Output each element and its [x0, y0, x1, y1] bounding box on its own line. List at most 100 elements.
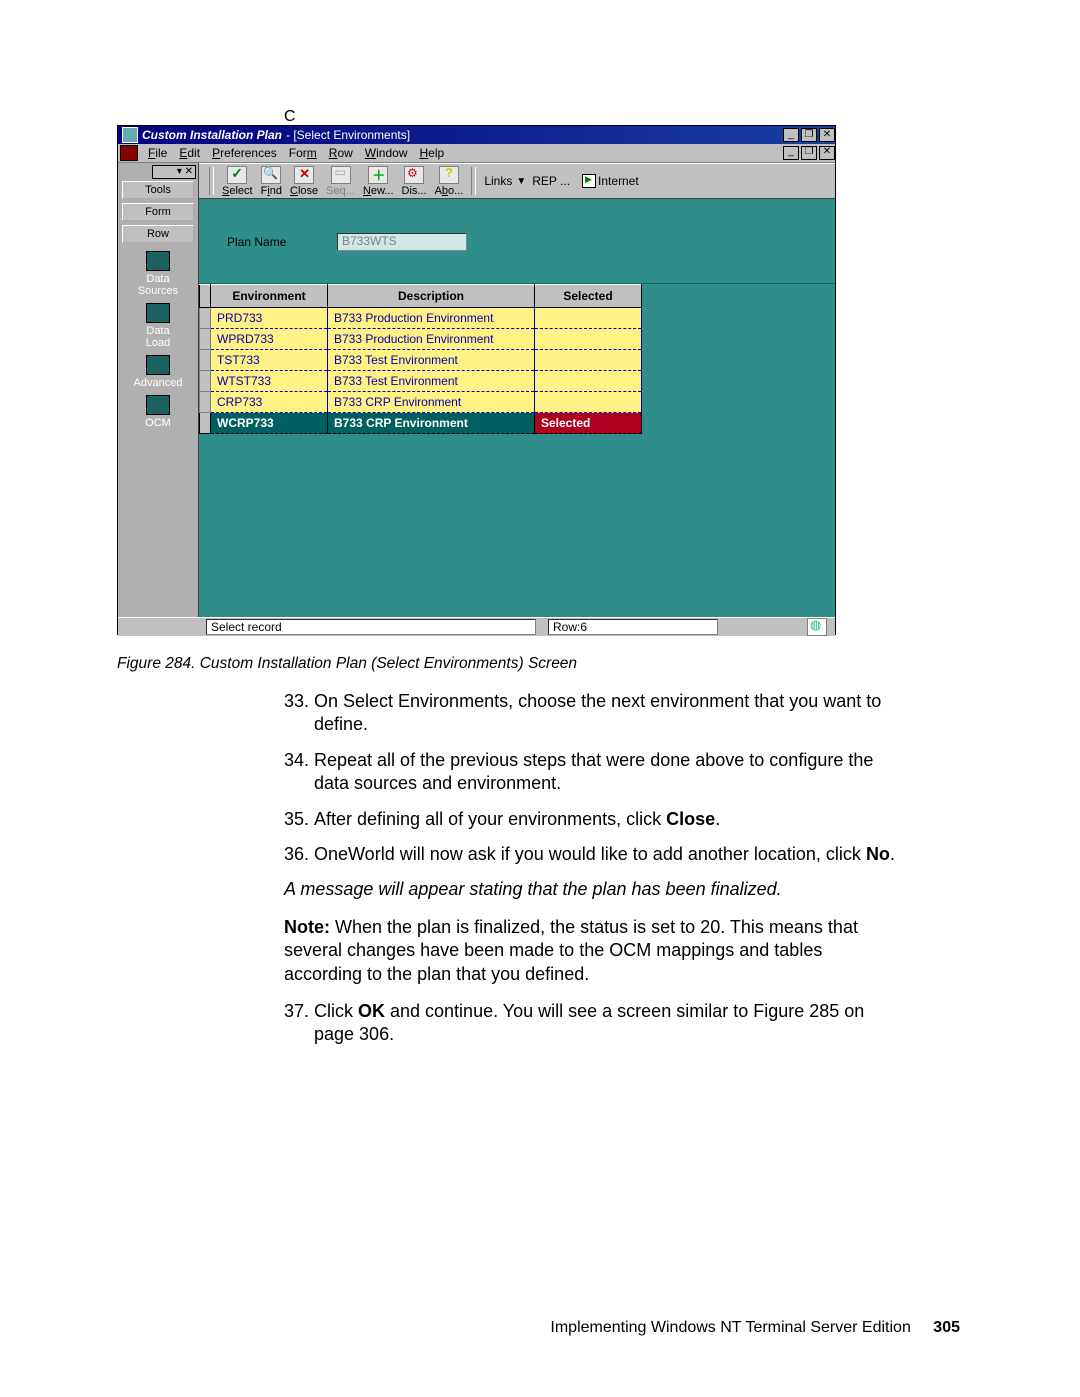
cell-environment[interactable]: WTST733 [211, 371, 328, 392]
grid-header-row: Environment Description Selected [200, 285, 642, 308]
grid-header-selected[interactable]: Selected [535, 285, 642, 308]
sidebar-item-data-sources[interactable]: Data Sources [118, 251, 198, 297]
grid-header-environment[interactable]: Environment [211, 285, 328, 308]
cell-environment[interactable]: TST733 [211, 350, 328, 371]
cell-description[interactable]: B733 Production Environment [328, 329, 535, 350]
status-message: Select record [206, 619, 536, 635]
cell-description[interactable]: B733 Test Environment [328, 350, 535, 371]
seq-icon [331, 166, 351, 184]
globe-icon [807, 618, 827, 636]
sidebar-btn-form[interactable]: Form [122, 203, 194, 221]
cell-selected[interactable] [535, 308, 642, 329]
row-header[interactable] [200, 413, 211, 434]
cell-environment[interactable]: WCRP733 [211, 413, 328, 434]
new-icon [368, 166, 388, 184]
sidebar-item-label: OCM [118, 417, 198, 429]
sidebar-pulldown[interactable]: ▾ ✕ [152, 165, 196, 179]
row-header[interactable] [200, 371, 211, 392]
cell-environment[interactable]: WPRD733 [211, 329, 328, 350]
step-text: After defining all of your environments,… [314, 808, 904, 831]
rep-link[interactable]: REP ... [532, 174, 570, 188]
window-subtitle: - [Select Environments] [286, 128, 410, 142]
step-33: 33. On Select Environments, choose the n… [284, 690, 904, 737]
menu-preferences[interactable]: Preferences [206, 146, 283, 160]
main-area: Select Find Close Seq... [199, 163, 835, 617]
form-area: Plan Name B733WTS [199, 199, 835, 284]
plan-name-field[interactable]: B733WTS [337, 233, 467, 251]
step-number: 33. [284, 690, 314, 737]
cell-selected[interactable] [535, 371, 642, 392]
table-row[interactable]: TST733B733 Test Environment [200, 350, 642, 371]
step-34: 34. Repeat all of the previous steps tha… [284, 749, 904, 796]
mdi-close[interactable]: ✕ [819, 146, 835, 160]
menu-bar: File Edit Preferences Form Row Window He… [118, 144, 835, 163]
toolbar-new[interactable]: New... [361, 166, 396, 197]
status-bar: Select record Row:6 [118, 617, 835, 636]
italic-note: A message will appear stating that the p… [284, 878, 904, 901]
toolbar-about[interactable]: Abo... [433, 166, 466, 197]
menu-edit[interactable]: Edit [173, 146, 206, 160]
minimize-button[interactable]: _ [783, 128, 799, 142]
toolbar-seq: Seq... [324, 166, 357, 197]
mdi-maximize[interactable]: ❐ [801, 146, 817, 160]
cell-description[interactable]: B733 Test Environment [328, 371, 535, 392]
sidebar-item-data-load[interactable]: Data Load [118, 303, 198, 349]
step-text: OneWorld will now ask if you would like … [314, 843, 904, 866]
mdi-minimize[interactable]: _ [783, 146, 799, 160]
table-row[interactable]: WPRD733B733 Production Environment [200, 329, 642, 350]
cell-description[interactable]: B733 CRP Environment [328, 392, 535, 413]
cell-selected[interactable]: Selected [535, 413, 642, 434]
toolbar-dis[interactable]: Dis... [400, 166, 429, 197]
sidebar-btn-row[interactable]: Row [122, 225, 194, 243]
maximize-button[interactable]: ❐ [801, 128, 817, 142]
row-header[interactable] [200, 329, 211, 350]
menu-row[interactable]: Row [323, 146, 359, 160]
body-text: 33. On Select Environments, choose the n… [284, 690, 904, 1059]
internet-icon [582, 174, 596, 188]
help-icon [439, 166, 459, 184]
toolbar-close[interactable]: Close [288, 166, 320, 197]
cell-environment[interactable]: CRP733 [211, 392, 328, 413]
table-row[interactable]: CRP733B733 CRP Environment [200, 392, 642, 413]
row-header[interactable] [200, 392, 211, 413]
grid-header-description[interactable]: Description [328, 285, 535, 308]
cell-description[interactable]: B733 CRP Environment [328, 413, 535, 434]
sidebar-item-label: Advanced [118, 377, 198, 389]
appendix-letter: C [284, 108, 296, 126]
environments-grid[interactable]: Environment Description Selected PRD733B… [199, 284, 835, 554]
plan-name-label: Plan Name [227, 235, 337, 249]
table-row[interactable]: WCRP733B733 CRP EnvironmentSelected [200, 413, 642, 434]
toolbar-find[interactable]: Find [259, 166, 284, 197]
menu-file[interactable]: File [142, 146, 173, 160]
links-label: Links [484, 174, 512, 188]
cell-selected[interactable] [535, 392, 642, 413]
cell-environment[interactable]: PRD733 [211, 308, 328, 329]
application-window: Custom Installation Plan - [Select Envir… [117, 125, 836, 635]
table-row[interactable]: WTST733B733 Test Environment [200, 371, 642, 392]
internet-link[interactable]: Internet [598, 174, 639, 188]
cell-selected[interactable] [535, 329, 642, 350]
cell-selected[interactable] [535, 350, 642, 371]
sidebar: ▾ ✕ Tools Form Row Data Sources Data Loa… [118, 163, 199, 617]
note-body: When the plan is finalized, the status i… [284, 917, 858, 984]
menu-help[interactable]: Help [413, 146, 450, 160]
dropdown-icon[interactable]: ▼ [516, 176, 526, 187]
check-icon [227, 166, 247, 184]
row-header[interactable] [200, 350, 211, 371]
table-row[interactable]: PRD733B733 Production Environment [200, 308, 642, 329]
toolbar-select[interactable]: Select [220, 166, 255, 197]
figure-caption: Figure 284. Custom Installation Plan (Se… [117, 655, 577, 673]
page-footer: Implementing Windows NT Terminal Server … [0, 1319, 1080, 1337]
sidebar-btn-tools[interactable]: Tools [122, 181, 194, 199]
cell-description[interactable]: B733 Production Environment [328, 308, 535, 329]
menu-form[interactable]: Form [283, 146, 323, 160]
note-label: Note: [284, 917, 330, 937]
sidebar-item-advanced[interactable]: Advanced [118, 355, 198, 389]
close-button[interactable]: ✕ [819, 128, 835, 142]
sidebar-item-ocm[interactable]: OCM [118, 395, 198, 429]
step-37: 37. Click OK and continue. You will see … [284, 1000, 904, 1047]
toolbar: Select Find Close Seq... [199, 163, 835, 199]
app-menu-icon[interactable] [120, 145, 138, 161]
row-header[interactable] [200, 308, 211, 329]
menu-window[interactable]: Window [359, 146, 414, 160]
